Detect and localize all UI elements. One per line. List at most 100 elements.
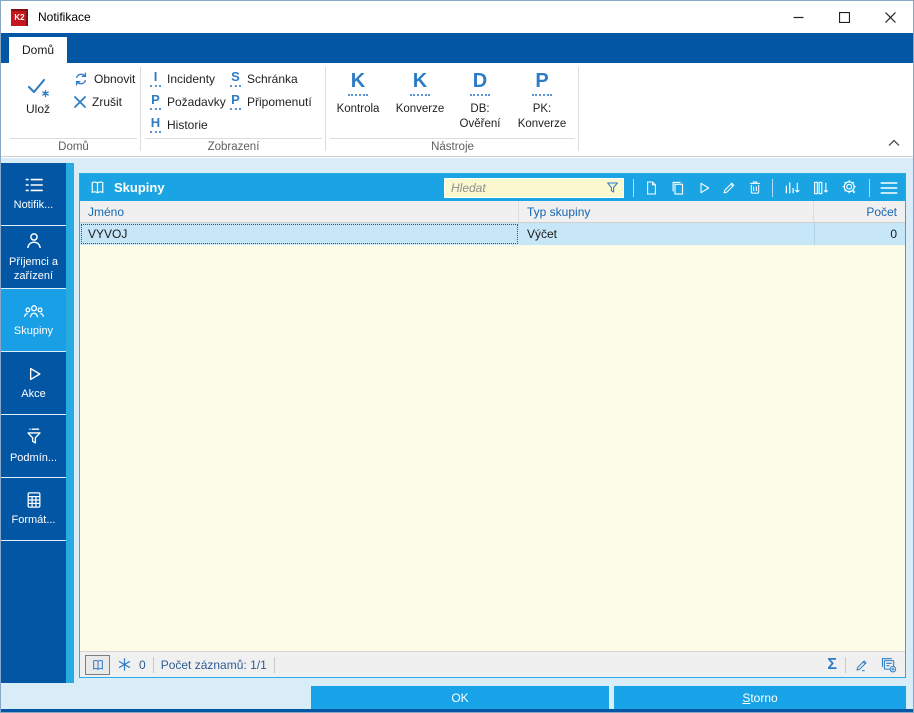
history-accel-icon: H — [150, 116, 161, 133]
maximize-icon — [838, 11, 850, 23]
bottom-strip — [1, 709, 913, 712]
copy-record-button[interactable] — [669, 179, 687, 197]
sidebar-splitter[interactable] — [66, 163, 74, 683]
panel-title: Skupiny — [114, 180, 165, 195]
clipboard-label: Schránka — [247, 71, 298, 86]
pk-konverze-label: PK: Konverze — [517, 103, 567, 130]
search-box — [444, 177, 624, 198]
filter-icon — [26, 428, 41, 444]
cell-count[interactable]: 0 — [814, 223, 905, 245]
grid-column-headers: Jméno Typ skupiny Počet — [80, 201, 905, 223]
sidebar-item-format[interactable]: Formát... — [1, 478, 66, 541]
reminders-button[interactable]: P Připomenutí — [230, 90, 312, 113]
storno-button[interactable]: Storno — [614, 686, 906, 710]
hamburger-icon — [880, 181, 898, 194]
sidebar-item-notifikace[interactable]: Notifik... — [1, 163, 66, 226]
columns-down-icon — [814, 181, 829, 194]
copy-icon — [672, 181, 684, 195]
refresh-button[interactable]: Obnovit — [73, 67, 135, 90]
storno-accel: S — [742, 691, 751, 705]
minimize-button[interactable] — [775, 1, 821, 33]
db-overeni-label: DB: Ověření — [459, 103, 501, 130]
storno-rest: torno — [750, 691, 778, 705]
search-input[interactable] — [451, 180, 605, 195]
save-button[interactable]: Ulož — [13, 75, 63, 131]
sidebar-item-label: Podmín... — [9, 452, 58, 465]
delete-button[interactable] — [747, 179, 763, 196]
pencil-icon — [856, 660, 867, 671]
book-view-toggle-button[interactable] — [85, 654, 110, 675]
cancel-button[interactable]: Zrušit — [73, 90, 135, 113]
tab-domu[interactable]: Domů — [9, 37, 67, 63]
history-label: Historie — [167, 117, 208, 132]
app-window: K2 Notifikace Domů Ulož Obnovit Zrušit D… — [0, 0, 914, 713]
titlebar: K2 Notifikace — [1, 1, 913, 33]
status-bar: 0 Počet záznamů: 1/1 Σ — [80, 651, 905, 677]
sidebar-item-akce[interactable]: Akce — [1, 352, 66, 415]
lock-count: 0 — [139, 657, 146, 672]
ribbon-group-home: Ulož Obnovit Zrušit Domů — [7, 63, 140, 156]
status-separator — [845, 656, 846, 673]
person-icon — [26, 233, 41, 249]
ribbon: Ulož Obnovit Zrušit Domů I Incidenty P P… — [1, 63, 913, 157]
book-icon — [91, 181, 104, 194]
column-header-pocet[interactable]: Počet — [814, 201, 905, 222]
sidebar: Notifik... Příjemci a zařízení Skupiny A… — [1, 163, 66, 683]
grid-empty-area[interactable] — [80, 245, 905, 651]
groups-panel: Skupiny Hledat Jméno Typ skupiny Počet V… — [79, 173, 906, 678]
history-button[interactable]: H Historie — [150, 113, 226, 136]
sidebar-item-skupiny[interactable]: Skupiny — [1, 289, 66, 352]
sidebar-item-podminky[interactable]: Podmín... — [1, 415, 66, 478]
ok-button[interactable]: OK — [311, 686, 609, 710]
ribbon-separator — [140, 67, 141, 151]
people-icon — [23, 305, 44, 318]
sum-button[interactable]: Σ — [827, 656, 837, 673]
save-check-icon — [27, 78, 49, 98]
sidebar-item-label: Skupiny — [13, 325, 54, 338]
app-icon: K2 — [11, 8, 28, 26]
panel-header: Skupiny — [80, 174, 905, 201]
edit-button[interactable] — [721, 179, 738, 196]
table-row[interactable]: VYVOJ Výčet 0 — [80, 223, 905, 245]
edit-note-button[interactable] — [854, 657, 870, 673]
column-header-typ-skupiny[interactable]: Typ skupiny — [519, 201, 814, 222]
sort-by-value-button[interactable] — [782, 179, 802, 197]
cell-type[interactable]: Výčet — [519, 223, 814, 245]
run-button[interactable] — [696, 180, 712, 196]
sidebar-item-label: Příjemci a zařízení — [9, 256, 58, 282]
cancel-label: Zrušit — [92, 94, 122, 109]
menu-button[interactable] — [879, 180, 899, 196]
clipboard-button[interactable]: S Schránka — [230, 67, 312, 90]
status-separator — [273, 656, 275, 673]
reminders-label: Připomenutí — [247, 94, 312, 109]
toolbar-separator — [869, 178, 870, 197]
columns-button[interactable] — [811, 179, 831, 197]
requests-accel-icon: P — [150, 93, 161, 110]
konverze-accel-icon: K — [409, 71, 431, 96]
requests-button[interactable]: P Požadavky — [150, 90, 226, 113]
ribbon-collapse-button[interactable] — [885, 136, 903, 150]
toolbar-separator — [772, 178, 773, 197]
gear-icon — [842, 180, 856, 194]
ribbon-group-tools: K Kontrola K Konverze D DB: Ověření P PK… — [327, 63, 578, 156]
table-icon — [27, 492, 40, 508]
sidebar-item-prijemci[interactable]: Příjemci a zařízení — [1, 226, 66, 289]
new-page-icon — [647, 180, 656, 195]
incidents-button[interactable]: I Incidenty — [150, 67, 226, 90]
clipboard-accel-icon: S — [230, 70, 241, 87]
ribbon-tabstrip: Domů — [1, 33, 913, 63]
settings-button[interactable] — [840, 178, 860, 197]
group-label-view: Zobrazení — [145, 138, 322, 153]
maximize-button[interactable] — [821, 1, 867, 33]
close-button[interactable] — [867, 1, 913, 33]
db-overeni-accel-icon: D — [469, 71, 491, 96]
funnel-icon[interactable] — [605, 180, 620, 195]
cell-name[interactable]: VYVOJ — [80, 223, 519, 245]
save-label: Ulož — [25, 102, 50, 116]
play-icon — [700, 182, 710, 193]
window-title: Notifikace — [38, 10, 91, 24]
column-header-jmeno[interactable]: Jméno — [80, 201, 519, 222]
new-record-button[interactable] — [643, 179, 660, 197]
add-record-note-button[interactable] — [878, 656, 897, 673]
close-icon — [884, 11, 896, 23]
